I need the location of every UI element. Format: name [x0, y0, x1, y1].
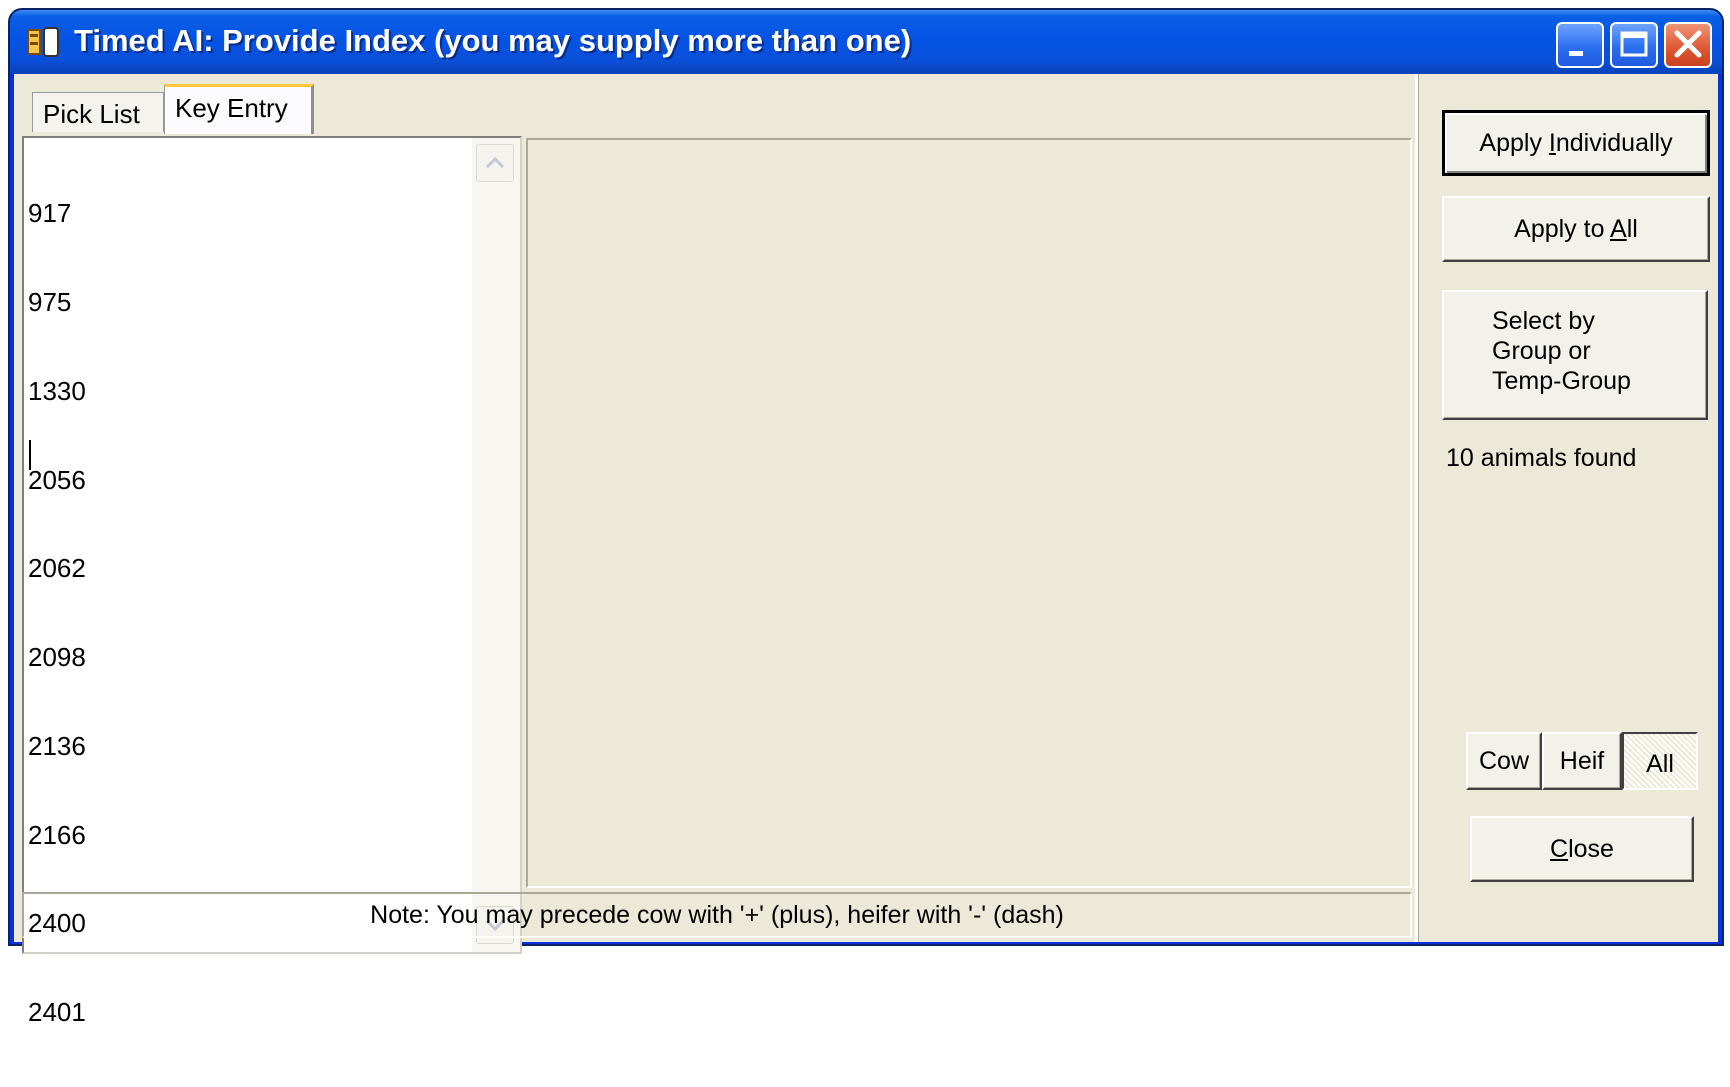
minimize-icon: [1569, 51, 1583, 56]
main-window: Timed AI: Provide Index (you may supply …: [8, 8, 1724, 1027]
scroll-up-button[interactable]: [476, 144, 514, 182]
status-note: Note: You may precede cow with '+' (plus…: [22, 892, 1412, 938]
list-item: 975: [28, 286, 72, 317]
list-item: 2136: [28, 730, 86, 761]
list-item: 2056: [28, 464, 86, 495]
filter-heifer-button[interactable]: Heif: [1542, 732, 1622, 790]
maximize-icon: [1620, 31, 1648, 57]
window-title: Timed AI: Provide Index (you may supply …: [74, 23, 912, 58]
vertical-scrollbar[interactable]: [472, 138, 520, 952]
list-item: 1330: [28, 375, 86, 406]
list-item: 2401: [28, 997, 86, 1028]
dialog-client-area: Pick List Key Entry 917 975 1330 2056 20…: [14, 74, 1718, 1027]
filter-cow-button[interactable]: Cow: [1466, 732, 1542, 790]
minimize-button[interactable]: [1556, 22, 1604, 68]
tab-key-entry[interactable]: Key Entry: [164, 84, 314, 134]
entry-panel: Pick List Key Entry 917 975 1330 2056 20…: [14, 74, 1418, 1027]
index-entry-textarea[interactable]: 917 975 1330 2056 2062 2098 2136 2166 24…: [22, 136, 522, 1027]
list-item: 2062: [28, 553, 86, 584]
entered-index-list: 917 975 1330 2056 2062 2098 2136 2166 24…: [28, 140, 468, 1087]
list-item: 2098: [28, 642, 86, 673]
apply-to-all-button[interactable]: Apply to All: [1442, 196, 1710, 262]
apply-individually-button[interactable]: Apply Individually: [1442, 110, 1710, 176]
text-caret: [29, 440, 31, 470]
app-icon: [27, 27, 59, 57]
list-item: 917: [28, 198, 72, 229]
close-icon: [1674, 30, 1702, 58]
select-by-group-button[interactable]: Select by Group or Temp-Group: [1442, 290, 1708, 420]
list-item: 2166: [28, 819, 86, 850]
chevron-up-icon: [485, 156, 505, 169]
filter-all-button[interactable]: All: [1622, 732, 1698, 790]
maximize-button[interactable]: [1610, 22, 1658, 68]
title-bar[interactable]: Timed AI: Provide Index (you may supply …: [10, 10, 1722, 74]
close-window-button[interactable]: [1664, 22, 1712, 68]
results-pane: [526, 138, 1412, 888]
animals-found-count: 10 animals found: [1446, 444, 1637, 472]
close-button[interactable]: Close: [1470, 816, 1694, 882]
tab-pick-list[interactable]: Pick List: [32, 92, 164, 132]
